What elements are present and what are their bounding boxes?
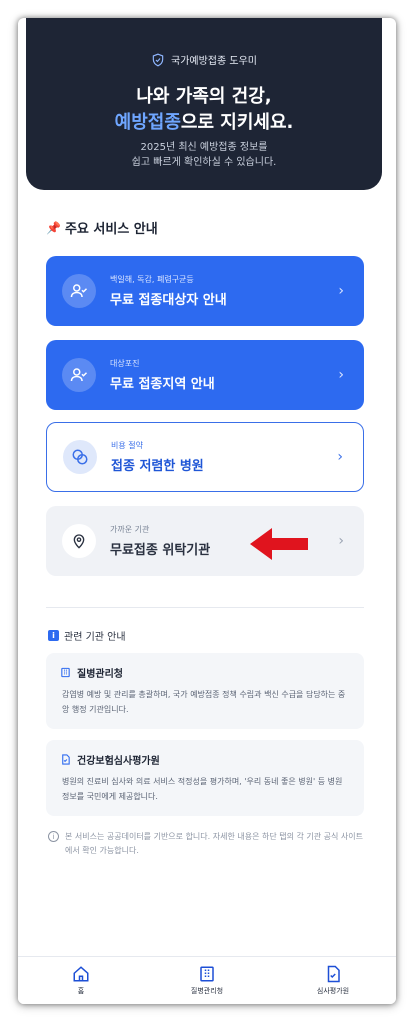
hero-title-rest: 으로 지키세요. bbox=[180, 112, 294, 133]
card-title: 무료 접종대상자 안내 bbox=[110, 293, 227, 308]
services-section-title: 📌 주요 서비스 안내 bbox=[46, 218, 158, 238]
card-subtitle: 비용 절약 bbox=[111, 441, 143, 450]
coins-icon bbox=[63, 440, 97, 474]
shield-check-icon bbox=[152, 53, 164, 66]
nav-item-kdca[interactable]: 질병관리청 bbox=[144, 957, 270, 1004]
org-description: 병원의 진료비 심사와 의료 서비스 적정성을 평가하며, '우리 동네 좋은 … bbox=[62, 777, 343, 801]
org-name: 건강보험심사평가원 bbox=[77, 756, 160, 767]
hero-title-accent: 예방접종 bbox=[114, 112, 181, 133]
card-title: 접종 저렴한 병원 bbox=[111, 459, 204, 474]
section-divider bbox=[46, 607, 364, 608]
user-check-icon bbox=[62, 358, 96, 392]
building-icon bbox=[61, 667, 70, 678]
data-source-notice: i 본 서비스는 공공데이터를 기반으로 합니다. 자세한 내용은 하단 탭의 … bbox=[48, 830, 364, 858]
org-header: 질병관리청 bbox=[60, 665, 350, 680]
nav-label: 심사평가원 bbox=[316, 987, 350, 995]
hero-subtitle-line1: 2025년 최신 예방접종 정보를 bbox=[140, 142, 268, 153]
chevron-right-icon: › bbox=[338, 533, 344, 549]
document-icon bbox=[62, 754, 70, 765]
related-section-title: i 관련 기관 안내 bbox=[48, 628, 126, 643]
card-title: 무료 접종지역 안내 bbox=[110, 377, 215, 392]
nav-label: 홈 bbox=[77, 987, 85, 995]
info-square-icon: i bbox=[48, 630, 59, 641]
hero-title-line2: 예방접종으로 지키세요. bbox=[26, 108, 382, 134]
related-title-label: 관련 기관 안내 bbox=[64, 632, 126, 643]
chevron-right-icon: › bbox=[337, 449, 343, 465]
pushpin-icon: 📌 bbox=[46, 220, 61, 235]
services-title-label: 주요 서비스 안내 bbox=[64, 222, 158, 237]
hero-title-line1: 나와 가족의 건강, bbox=[136, 86, 272, 107]
notice-text: 본 서비스는 공공데이터를 기반으로 합니다. 자세한 내용은 하단 탭의 각 … bbox=[65, 832, 364, 855]
document-icon bbox=[327, 965, 340, 983]
card-subtitle: 대상포진 bbox=[110, 359, 140, 368]
user-check-icon bbox=[62, 274, 96, 308]
home-icon bbox=[73, 966, 89, 982]
org-name: 질병관리청 bbox=[77, 669, 123, 680]
card-subtitle: 백일해, 독감, 폐렴구균등 bbox=[110, 275, 194, 284]
chevron-right-icon: › bbox=[338, 283, 344, 299]
app-frame: 국가예방접종 도우미 나와 가족의 건강, 예방접종으로 지키세요. 2025년… bbox=[18, 18, 396, 1004]
org-header: 건강보험심사평가원 bbox=[60, 752, 350, 767]
cheap-hospital-card[interactable]: 비용 절약 접종 저렴한 병원 › bbox=[46, 422, 364, 492]
nav-label: 질병관리청 bbox=[190, 987, 224, 995]
hero-badge: 국가예방접종 도우미 bbox=[26, 52, 382, 67]
bottom-navigation: 홈 질병관리청 심사평가원 bbox=[18, 956, 396, 1004]
hero-subtitle-line2: 쉽고 빠르게 확인하실 수 있습니다. bbox=[131, 157, 277, 168]
free-vaccination-target-card[interactable]: 백일해, 독감, 폐렴구균등 무료 접종대상자 안내 › bbox=[46, 256, 364, 326]
map-pin-icon bbox=[62, 524, 96, 558]
consignment-institution-card[interactable]: 가까운 기관 무료접종 위탁기관 › bbox=[46, 506, 364, 576]
hero-badge-label: 국가예방접종 도우미 bbox=[171, 56, 257, 67]
org-card-hira: 건강보험심사평가원 병원의 진료비 심사와 의료 서비스 적정성을 평가하며, … bbox=[46, 740, 364, 816]
red-arrow-annotation bbox=[250, 528, 308, 560]
hero-banner: 국가예방접종 도우미 나와 가족의 건강, 예방접종으로 지키세요. 2025년… bbox=[26, 18, 382, 190]
hero-subtitle: 2025년 최신 예방접종 정보를 쉽고 빠르게 확인하실 수 있습니다. bbox=[26, 140, 382, 170]
info-circle-icon: i bbox=[48, 831, 59, 842]
org-description: 감염병 예방 및 관리를 총괄하며, 국가 예방접종 정책 수립과 백신 수급을… bbox=[62, 690, 346, 714]
nav-item-hira[interactable]: 심사평가원 bbox=[270, 957, 396, 1004]
free-vaccination-region-card[interactable]: 대상포진 무료 접종지역 안내 › bbox=[46, 340, 364, 410]
building-icon bbox=[200, 966, 214, 982]
org-card-kdca: 질병관리청 감염병 예방 및 관리를 총괄하며, 국가 예방접종 정책 수립과 … bbox=[46, 653, 364, 729]
nav-item-home[interactable]: 홈 bbox=[18, 957, 144, 1004]
chevron-right-icon: › bbox=[338, 367, 344, 383]
